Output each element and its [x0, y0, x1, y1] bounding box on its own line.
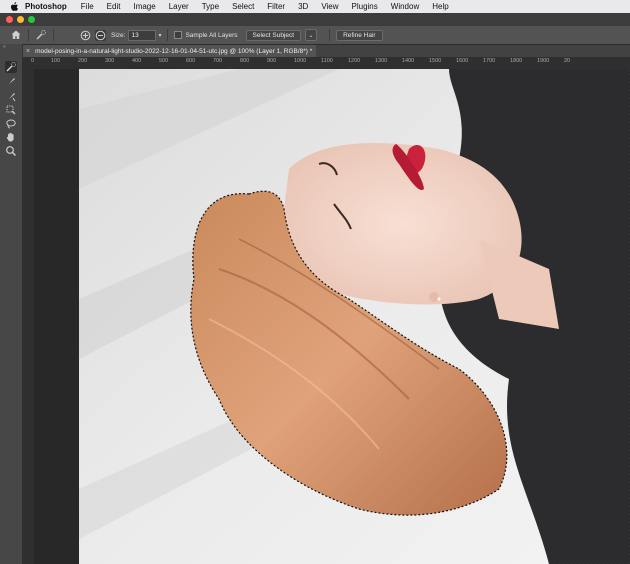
ruler-tick: 1100 — [321, 58, 333, 64]
zoom-window-button[interactable] — [28, 16, 35, 23]
ruler-tick: 1900 — [537, 58, 550, 64]
sample-all-layers-checkbox[interactable] — [174, 31, 183, 39]
menu-file[interactable]: File — [81, 2, 94, 11]
close-window-button[interactable] — [6, 16, 13, 23]
menu-edit[interactable]: Edit — [107, 2, 121, 11]
ruler-tick: 300 — [105, 58, 115, 64]
menu-app-name[interactable]: Photoshop — [25, 2, 67, 11]
ruler-tick: 0 — [31, 58, 35, 64]
menu-image[interactable]: Image — [133, 2, 155, 11]
ruler-tick: 1200 — [348, 58, 361, 64]
apple-icon[interactable] — [9, 1, 19, 12]
ruler-tick: 1800 — [510, 58, 523, 64]
menu-help[interactable]: Help — [432, 2, 448, 11]
chevron-down-icon[interactable]: ▾ — [158, 32, 161, 39]
ruler-tick: 1000 — [294, 58, 307, 64]
close-tab-icon[interactable]: × — [26, 48, 30, 55]
ruler-tick: 100 — [51, 58, 61, 64]
select-subject-dropdown[interactable]: ⌄ — [305, 29, 318, 41]
ruler-tick: 1600 — [456, 58, 469, 64]
menu-plugins[interactable]: Plugins — [352, 2, 378, 11]
document-canvas-image[interactable] — [79, 69, 630, 564]
brush-tool-icon[interactable] — [5, 76, 17, 88]
menu-bar: Photoshop File Edit Image Layer Type Sel… — [0, 0, 630, 13]
ruler-tick: 900 — [267, 58, 277, 64]
document-tab-title: model-posing-in-a-natural-light-studio-2… — [35, 47, 313, 55]
photo-illustration — [79, 69, 630, 564]
document-tab[interactable]: × model-posing-in-a-natural-light-studio… — [22, 45, 317, 57]
menu-view[interactable]: View — [321, 2, 338, 11]
add-to-selection-icon[interactable] — [80, 30, 91, 41]
zoom-tool-icon[interactable] — [5, 145, 17, 157]
ruler-tick: 1500 — [429, 58, 442, 64]
ruler-tick: 800 — [240, 58, 250, 64]
ruler-tick: 1400 — [402, 58, 415, 64]
minimize-window-button[interactable] — [17, 16, 24, 23]
lasso-tool-icon[interactable] — [5, 118, 17, 130]
size-field[interactable]: 13 — [128, 29, 157, 41]
ruler-tick: 700 — [213, 58, 223, 64]
document-tab-bar: × model-posing-in-a-natural-light-studio… — [22, 45, 630, 57]
size-label: Size: — [111, 31, 126, 39]
menu-type[interactable]: Type — [202, 2, 219, 11]
collapse-panel-icon[interactable]: » — [0, 44, 22, 52]
ruler-tick: 1700 — [483, 58, 496, 64]
size-value: 13 — [131, 31, 139, 39]
ruler-tick: 200 — [78, 58, 88, 64]
divider — [53, 29, 54, 41]
hand-tool-icon[interactable] — [5, 131, 17, 143]
ruler-tick: 1300 — [375, 58, 388, 64]
menu-select[interactable]: Select — [232, 2, 254, 11]
menu-window[interactable]: Window — [391, 2, 419, 11]
menu-filter[interactable]: Filter — [267, 2, 285, 11]
divider — [28, 29, 29, 41]
sample-all-layers-label: Sample All Layers — [185, 31, 238, 39]
object-selection-tool-icon[interactable] — [5, 104, 17, 116]
quick-selection-tool-icon[interactable] — [5, 61, 17, 73]
refine-edge-brush-icon[interactable] — [5, 91, 17, 103]
options-bar: Size: 13 ▾ Sample All Layers Select Subj… — [0, 26, 630, 45]
title-strip — [0, 13, 630, 26]
menu-layer[interactable]: Layer — [169, 2, 189, 11]
divider — [329, 29, 331, 41]
divider — [167, 29, 169, 41]
subtract-from-selection-icon[interactable] — [95, 29, 106, 41]
select-subject-button[interactable]: Select Subject — [245, 29, 302, 41]
menu-3d[interactable]: 3D — [298, 2, 308, 11]
ruler-tick: 20 — [564, 58, 571, 64]
quick-selection-tool-icon[interactable] — [35, 29, 47, 41]
ruler-tick: 600 — [186, 58, 196, 64]
ruler-tick: 500 — [159, 58, 169, 64]
refine-hair-button[interactable]: Refine Hair — [336, 29, 383, 41]
vertical-ruler — [22, 69, 34, 564]
home-icon[interactable] — [10, 29, 22, 41]
ruler-tick: 400 — [132, 58, 142, 64]
